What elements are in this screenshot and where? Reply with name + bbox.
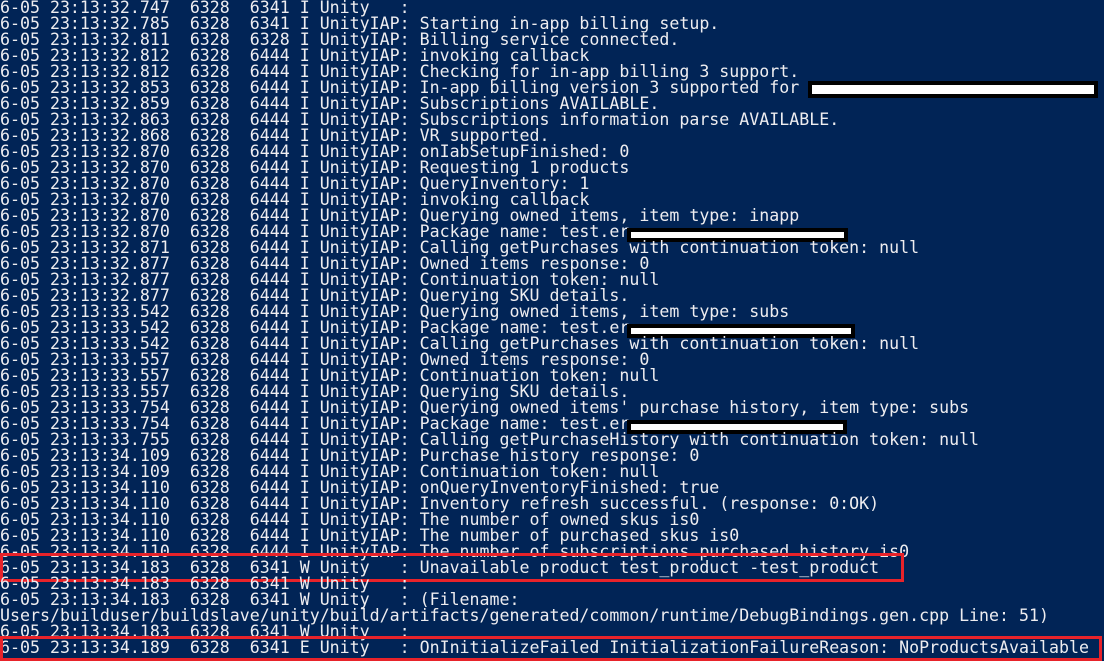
console-output: 6-05 23:13:32.747 6328 6341 I Unity :6-0…	[0, 0, 1104, 661]
redaction-box	[808, 81, 1098, 98]
highlight-box	[0, 636, 1102, 661]
